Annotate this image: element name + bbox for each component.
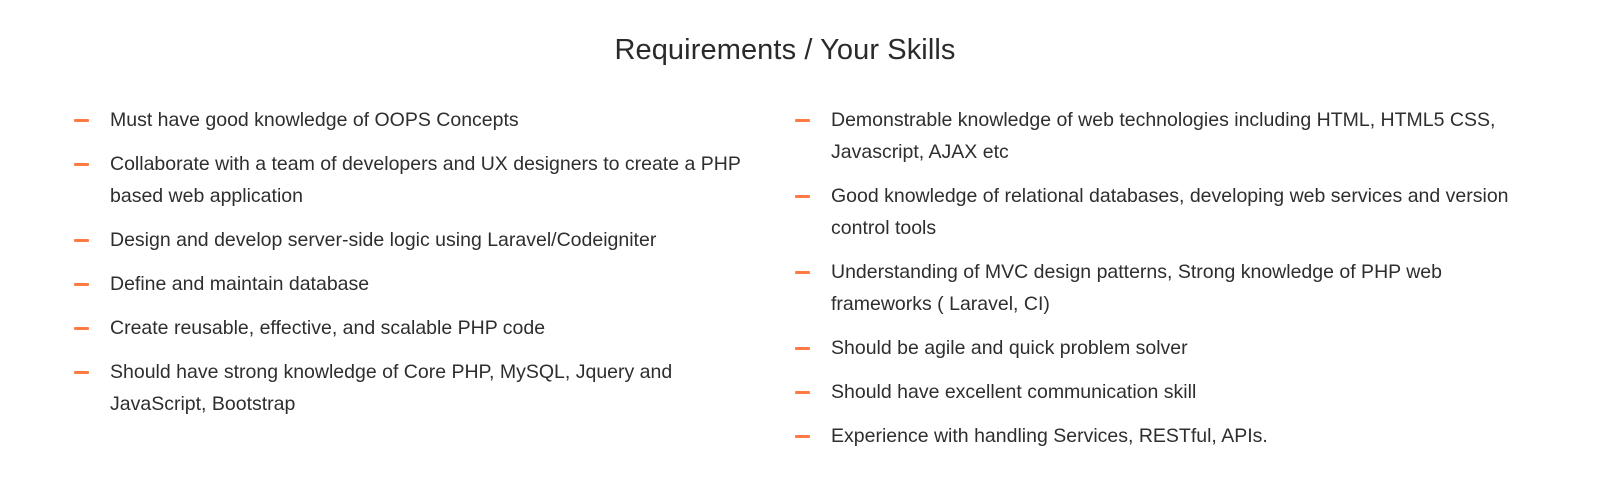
list-item: Create reusable, effective, and scalable… xyxy=(74,312,754,344)
list-item: Should have excellent communication skil… xyxy=(795,376,1510,408)
list-item: Must have good knowledge of OOPS Concept… xyxy=(74,104,754,136)
list-item-text: Must have good knowledge of OOPS Concept… xyxy=(110,109,519,131)
dash-icon xyxy=(795,119,810,122)
list-item-text: Collaborate with a team of developers an… xyxy=(110,153,741,207)
list-item: Define and maintain database xyxy=(74,268,754,300)
list-item: Understanding of MVC design patterns, St… xyxy=(795,256,1510,320)
dash-icon xyxy=(74,283,89,286)
list-item: Good knowledge of relational databases, … xyxy=(795,180,1510,244)
list-item-text: Good knowledge of relational databases, … xyxy=(831,185,1509,239)
list-item-text: Design and develop server-side logic usi… xyxy=(110,229,657,251)
dash-icon xyxy=(795,391,810,394)
dash-icon xyxy=(795,195,810,198)
dash-icon xyxy=(74,119,89,122)
dash-icon xyxy=(795,347,810,350)
list-item-text: Define and maintain database xyxy=(110,273,370,295)
list-item: Should have strong knowledge of Core PHP… xyxy=(74,356,754,420)
list-item: Should be agile and quick problem solver xyxy=(795,332,1510,364)
dash-icon xyxy=(795,435,810,438)
list-item-text: Create reusable, effective, and scalable… xyxy=(110,317,546,339)
list-item-text: Should have excellent communication skil… xyxy=(831,381,1197,403)
list-item: Experience with handling Services, RESTf… xyxy=(795,420,1510,452)
dash-icon xyxy=(74,239,89,242)
list-item: Design and develop server-side logic usi… xyxy=(74,224,754,256)
list-item-text: Experience with handling Services, RESTf… xyxy=(831,425,1268,447)
list-item-text: Demonstrable knowledge of web technologi… xyxy=(831,109,1496,163)
dash-icon xyxy=(74,327,89,330)
list-item: Collaborate with a team of developers an… xyxy=(74,148,754,212)
requirements-list-left: Must have good knowledge of OOPS Concept… xyxy=(74,104,754,432)
dash-icon xyxy=(74,163,89,166)
section-title: Requirements / Your Skills xyxy=(614,34,956,66)
requirements-list-right: Demonstrable knowledge of web technologi… xyxy=(795,104,1510,464)
dash-icon xyxy=(795,271,810,274)
list-item-text: Should be agile and quick problem solver xyxy=(831,337,1188,359)
list-item-text: Understanding of MVC design patterns, St… xyxy=(831,261,1442,315)
list-item-text: Should have strong knowledge of Core PHP… xyxy=(110,361,673,415)
dash-icon xyxy=(74,371,89,374)
requirements-section: Requirements / Your Skills Must have goo… xyxy=(0,0,1597,504)
list-item: Demonstrable knowledge of web technologi… xyxy=(795,104,1510,168)
